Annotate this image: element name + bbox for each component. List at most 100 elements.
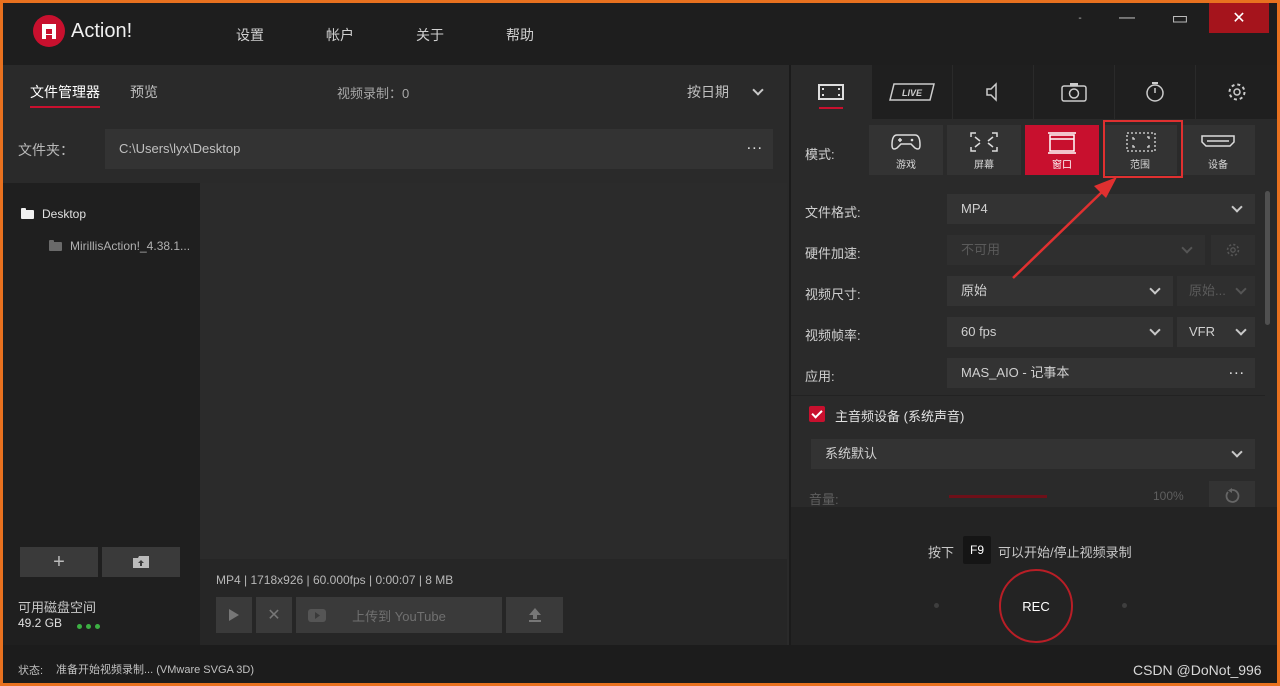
status-bar: 状态: 准备开始视频录制... (VMware SVGA 3D) CSDN @D… [3, 645, 1277, 683]
chevron-down-icon [1149, 283, 1161, 295]
chevron-down-icon [1231, 446, 1243, 458]
disk-status-indicator [77, 617, 104, 632]
folder-icon [49, 240, 62, 252]
file-manager-panel: 文件管理器 预览 视频录制：0 按日期 文件夹： C:\Users\lyx\De… [3, 65, 787, 645]
sort-dropdown[interactable]: 按日期 [687, 82, 729, 102]
live-icon: LIVE [889, 83, 935, 101]
hotkey-key: F9 [963, 536, 991, 564]
tab-live[interactable]: LIVE [872, 65, 953, 119]
close-button[interactable]: ✕ [1209, 3, 1269, 33]
delete-button[interactable]: ✕ [256, 597, 292, 633]
action-logo-icon [33, 15, 65, 47]
status-text: 准备开始视频录制... (VMware SVGA 3D) [56, 664, 255, 676]
tab-audio[interactable] [953, 65, 1034, 119]
youtube-upload-button[interactable]: 上传到 YouTube [296, 597, 502, 633]
left-tab-bar: 文件管理器 预览 视频录制：0 按日期 [3, 65, 787, 115]
add-folder-button[interactable]: + [20, 547, 98, 577]
tab-schedule[interactable] [1115, 65, 1196, 119]
frame-rate-mode-value: VFR [1189, 324, 1215, 339]
status-label: 状态: [18, 665, 44, 677]
settings-scrollbar[interactable] [1265, 191, 1270, 325]
recording-count: 视频录制：0 [337, 83, 409, 102]
tree-item-mirillis[interactable]: MirillisAction!_4.38.1... [49, 239, 190, 253]
folder-path-text: C:\Users\lyx\Desktop [119, 141, 241, 156]
recording-count-label: 视频录制： [337, 86, 403, 101]
menu-settings[interactable]: 设置 [236, 25, 264, 45]
upload-button[interactable] [506, 597, 563, 633]
file-info-area: MP4 | 1718x926 | 60.000fps | 0:00:07 | 8… [200, 559, 787, 645]
tree-item-desktop[interactable]: Desktop [21, 207, 86, 221]
gear-icon [1226, 243, 1240, 257]
youtube-icon [308, 608, 326, 622]
tab-video[interactable] [791, 65, 872, 119]
hdmi-icon [1201, 135, 1235, 147]
mode-label-text: 游戏 [896, 160, 916, 171]
video-icon [818, 84, 844, 100]
disk-space-label: 可用磁盘空间 [18, 600, 97, 615]
mode-label-text: 窗口 [1052, 160, 1072, 171]
minimize-to-tray-button[interactable]: - [1055, 3, 1105, 33]
gamepad-icon [891, 134, 921, 150]
file-format-select[interactable]: MP4 [947, 194, 1255, 224]
main-audio-checkbox[interactable] [809, 406, 825, 422]
annotation-highlight-box [1103, 120, 1183, 178]
sort-label: 按日期 [687, 84, 729, 100]
fullscreen-icon [970, 132, 998, 152]
disk-space-value: 49.2 GB [18, 616, 63, 630]
audio-device-select[interactable]: 系统默认 [811, 439, 1255, 469]
mode-screen-button[interactable]: 屏幕 [947, 125, 1021, 175]
timer-icon [1146, 82, 1164, 102]
play-button[interactable] [216, 597, 252, 633]
rec-button[interactable]: REC [999, 569, 1073, 643]
mode-device-button[interactable]: 设备 [1181, 125, 1255, 175]
sort-chevron-down-icon[interactable] [752, 84, 764, 96]
youtube-upload-label: 上传到 YouTube [352, 608, 446, 624]
gear-icon [1228, 83, 1245, 101]
tab-file-manager[interactable]: 文件管理器 [30, 82, 100, 108]
folder-path-field[interactable]: C:\Users\lyx\Desktop ... [105, 129, 773, 169]
chevron-down-icon [1235, 283, 1247, 295]
title-bar: Action! 设置 帐户 关于 帮助 - — ▭ ✕ [3, 3, 1277, 65]
mode-game-button[interactable]: 游戏 [869, 125, 943, 175]
frame-rate-select[interactable]: 60 fps [947, 317, 1173, 347]
video-size-label: 视频尺寸: [805, 287, 861, 302]
application-select[interactable]: MAS_AIO - 记事本 ... [947, 358, 1255, 388]
application-value: MAS_AIO - 记事本 [961, 365, 1070, 380]
hotkey-prefix: 按下 [928, 545, 955, 560]
video-size-secondary-select: 原始... [1177, 276, 1255, 306]
mode-label-text: 屏幕 [974, 160, 994, 171]
volume-percent: 100% [1153, 489, 1184, 503]
play-icon [229, 609, 239, 621]
chevron-down-icon [1231, 201, 1243, 213]
settings-panel: LIVE 模式: 游戏 屏幕 窗口 范围 设备 文件格式: MP4 硬件加速: … [789, 65, 1277, 645]
window-icon [1048, 132, 1076, 154]
folder-tree: Desktop MirillisAction!_4.38.1... + 可用磁盘… [3, 183, 200, 645]
volume-slider[interactable] [949, 495, 1047, 498]
mode-window-button[interactable]: 窗口 [1025, 125, 1099, 175]
video-size-secondary-value: 原始... [1189, 283, 1226, 298]
indicator-dot [1122, 603, 1127, 608]
tab-screenshot[interactable] [1034, 65, 1115, 119]
tree-item-label: MirillisAction!_4.38.1... [70, 239, 191, 253]
divider [791, 395, 1265, 396]
application-browse-button[interactable]: ... [1229, 355, 1245, 385]
tab-preview[interactable]: 预览 [130, 82, 158, 102]
file-list-area[interactable] [200, 183, 787, 559]
browse-folder-button[interactable]: ... [747, 125, 763, 165]
menu-about[interactable]: 关于 [416, 25, 444, 45]
file-format-value: MP4 [961, 201, 988, 216]
frame-rate-mode-select[interactable]: VFR [1177, 317, 1255, 347]
file-format-label: 文件格式: [805, 205, 861, 220]
hw-accel-label: 硬件加速: [805, 246, 861, 261]
app-window: Action! 设置 帐户 关于 帮助 - — ▭ ✕ 文件管理器 预览 视频录… [3, 3, 1277, 683]
open-folder-button[interactable] [102, 547, 180, 577]
video-size-select[interactable]: 原始 [947, 276, 1173, 306]
settings-tab-bar: LIVE [791, 65, 1277, 119]
minimize-button[interactable]: — [1102, 3, 1152, 33]
tab-settings[interactable] [1196, 65, 1277, 119]
maximize-button[interactable]: ▭ [1155, 3, 1205, 33]
menu-account[interactable]: 帐户 [326, 25, 354, 45]
menu-help[interactable]: 帮助 [506, 25, 534, 45]
record-area: 按下 F9 可以开始/停止视频录制 REC [791, 507, 1277, 645]
hw-accel-select: 不可用 [947, 235, 1205, 265]
